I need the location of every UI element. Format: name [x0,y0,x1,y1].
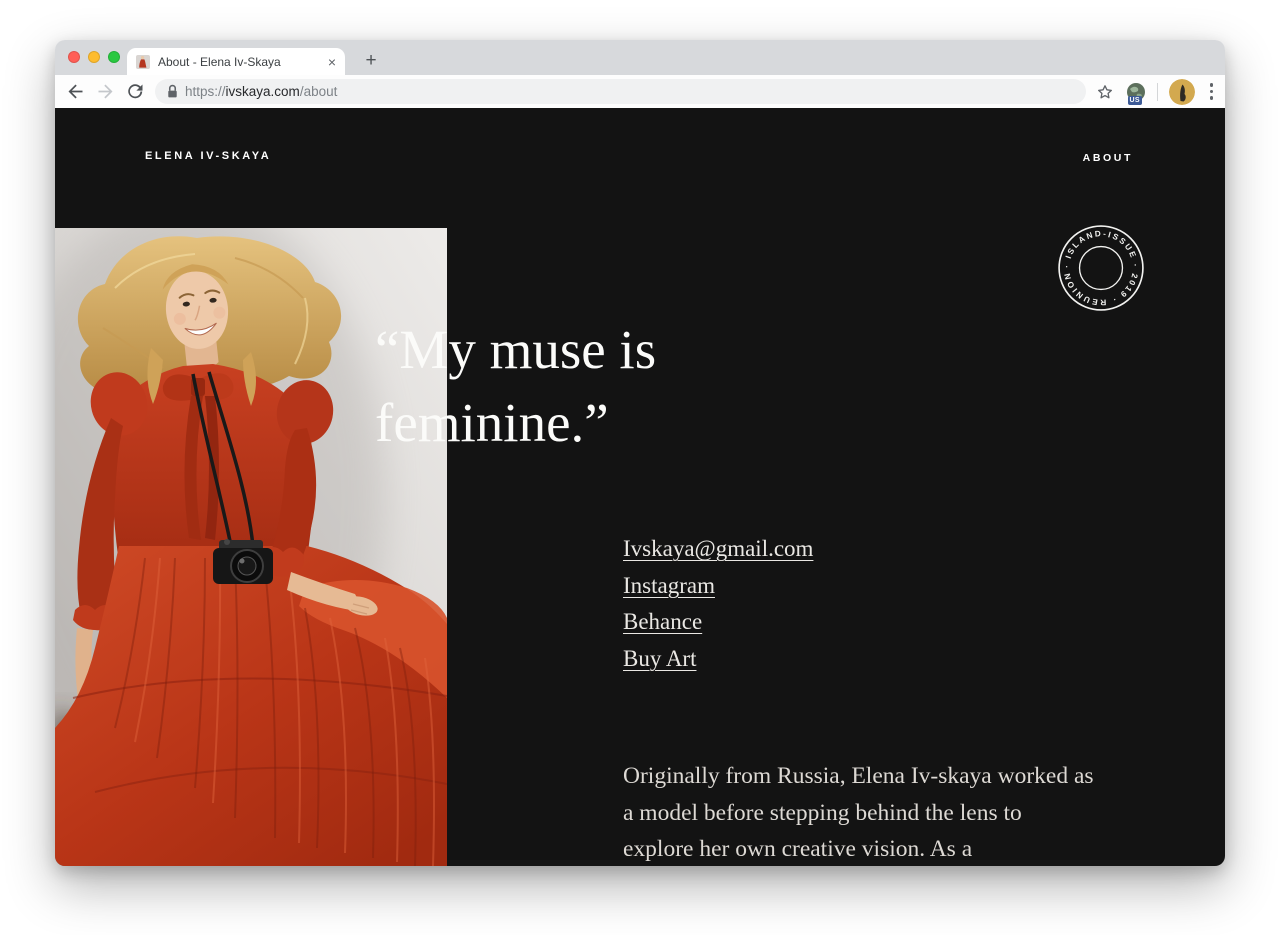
bio-paragraph: Originally from Russia, Elena Iv-skaya w… [623,758,1094,866]
contact-links: Ivskaya@gmail.com Instagram Behance Buy … [623,531,813,677]
forward-icon[interactable] [95,81,116,102]
close-window-button[interactable] [68,51,80,63]
favicon [136,54,150,69]
traffic-lights [68,51,120,63]
browser-tab[interactable]: About - Elena Iv-Skaya × [127,48,345,75]
minimize-window-button[interactable] [88,51,100,63]
toolbar-divider [1156,82,1158,101]
page-content: ELENA IV-SKAYA ABOUT · ISLAND-ISSUE · 20… [55,108,1225,866]
instagram-link[interactable]: Instagram [623,568,715,605]
url-scheme: https:// [185,84,226,99]
new-tab-button[interactable]: + [358,48,384,74]
stamp-text: · ISLAND-ISSUE · 2019 · REUNION [1062,229,1138,307]
site-logo[interactable]: ELENA IV-SKAYA [145,150,271,162]
svg-text:· ISLAND-ISSUE · 2019 · REUNIO: · ISLAND-ISSUE · 2019 · REUNION [1062,229,1139,307]
quote-line-1: “My muse is [375,319,657,380]
behance-link[interactable]: Behance [623,604,702,641]
lock-icon [167,84,178,99]
stamp-badge[interactable]: · ISLAND-ISSUE · 2019 · REUNION [1055,222,1147,314]
screenshot: About - Elena Iv-Skaya × + https://ivska… [0,0,1280,935]
reload-icon[interactable] [125,81,146,102]
tab-strip: About - Elena Iv-Skaya × + [55,40,1225,75]
toolbar-right-icons: US [1095,75,1218,108]
browser-window: About - Elena Iv-Skaya × + https://ivska… [55,40,1225,866]
url-text: https://ivskaya.com/about [185,84,337,99]
bio-line-2: a model before stepping behind the lens … [623,799,1022,826]
url-path: /about [299,84,338,99]
hero-quote: “My muse is feminine.” [375,313,656,459]
toolbar: https://ivskaya.com/about US [55,75,1225,108]
bookmark-star-icon[interactable] [1095,82,1115,102]
zoom-window-button[interactable] [108,51,120,63]
tab-close-icon[interactable]: × [328,55,336,69]
bio-line-3: explore her own creative vision. As a [623,836,973,863]
url-host: ivskaya.com [225,84,300,99]
profile-avatar[interactable] [1168,78,1195,105]
tab-title: About - Elena Iv-Skaya [158,54,281,69]
buy-art-link[interactable]: Buy Art [623,641,696,678]
address-bar[interactable]: https://ivskaya.com/about [155,79,1086,104]
bio-line-1: Originally from Russia, Elena Iv-skaya w… [623,763,1094,789]
quote-line-2: feminine.” [375,392,609,453]
extension-icon[interactable]: US [1126,82,1146,105]
back-icon[interactable] [65,81,86,102]
browser-menu-icon[interactable] [1206,83,1218,100]
email-link[interactable]: Ivskaya@gmail.com [623,531,813,568]
extension-badge: US [1127,95,1142,105]
nav-link-about[interactable]: ABOUT [1083,152,1133,164]
